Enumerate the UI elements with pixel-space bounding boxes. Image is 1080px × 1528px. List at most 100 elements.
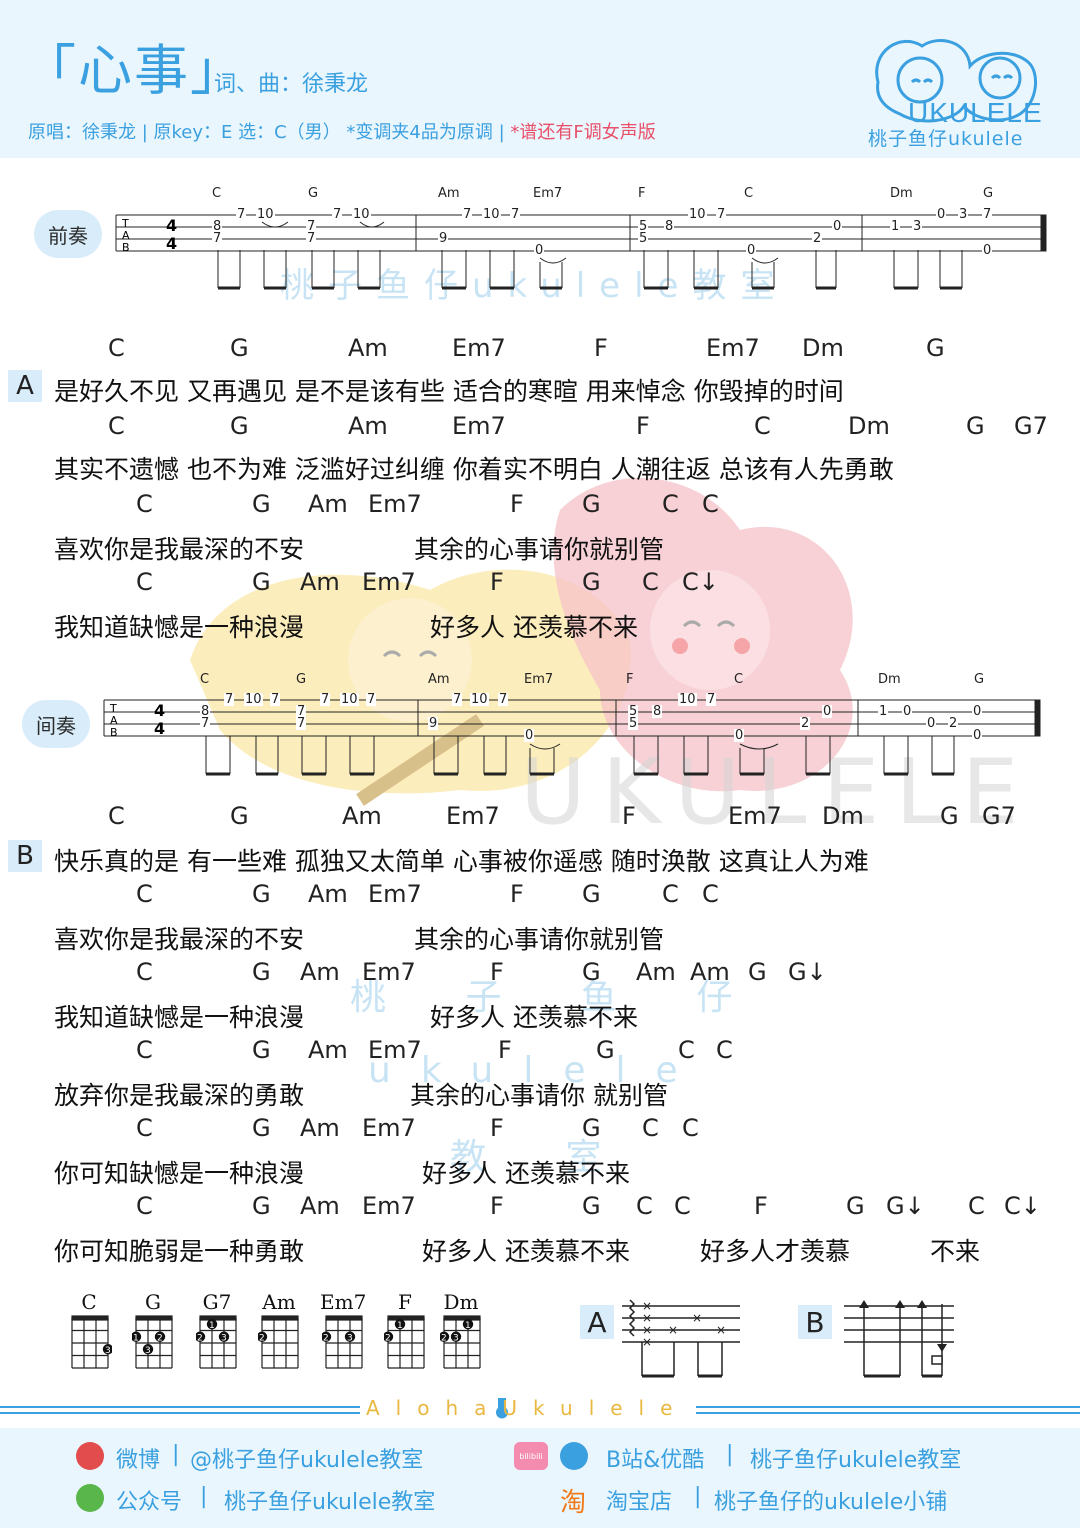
chord-symbol: G xyxy=(230,412,249,440)
chord-symbol: Dm xyxy=(848,412,890,440)
interlude-chord: G xyxy=(296,672,307,687)
chord-symbol: F xyxy=(636,412,650,440)
chord-symbol: Em7 xyxy=(362,1114,416,1142)
chord-symbol: Dm xyxy=(802,334,844,362)
chord-symbol: G xyxy=(940,802,959,830)
chord-symbol: C xyxy=(108,334,125,362)
strum-b-pattern xyxy=(844,1300,954,1378)
chord-symbol: G7 xyxy=(982,802,1016,830)
svg-text:3: 3 xyxy=(347,1333,353,1343)
strum-a-pattern: ×××× ××× xyxy=(622,1299,740,1378)
interlude-chord: F xyxy=(626,672,634,687)
intro-fret-number: 1 xyxy=(890,219,901,234)
chord-symbol: G xyxy=(966,412,985,440)
header-bar: 「心事」 词、曲：徐秉龙 原唱：徐秉龙 | 原key：E 选：C（男） *变调夹… xyxy=(0,0,1080,158)
interlude-fret-number: 0 xyxy=(734,728,745,743)
chord-symbol: C xyxy=(662,490,679,518)
lyric-line: 其余的心事请你就别管 xyxy=(414,925,665,954)
intro-fret-number: 3 xyxy=(958,207,969,222)
chord-symbol: F xyxy=(594,334,608,362)
chord-diagram-name: C xyxy=(81,1290,97,1314)
footer-panel: 微博 | @桃子鱼仔ukulele教室 公众号 | 桃子鱼仔ukulele教室 … xyxy=(0,1428,1080,1528)
chord-symbol: G xyxy=(252,1114,271,1142)
svg-text:1: 1 xyxy=(133,1333,139,1343)
weibo-link[interactable]: @桃子鱼仔ukulele教室 xyxy=(190,1442,423,1474)
svg-text:3: 3 xyxy=(145,1346,151,1356)
intro-fret-number: 7 xyxy=(510,207,521,222)
taobao-label: 淘宝店 xyxy=(606,1490,673,1515)
intro-chord: G xyxy=(308,186,319,201)
chord-symbol: C xyxy=(642,568,659,596)
chord-symbol: Em7 xyxy=(368,490,422,518)
lyric-line: 我知道缺憾是一种浪漫 xyxy=(54,613,305,642)
interlude-fret-number: 10 xyxy=(470,692,489,707)
chord-symbol: Em7 xyxy=(362,568,416,596)
chord-symbol: G↓ xyxy=(886,1192,925,1220)
weibo-icon xyxy=(76,1442,104,1470)
chord-symbol: F xyxy=(622,802,636,830)
lyric-line: 喜欢你是我最深的不安 xyxy=(54,535,305,564)
chord-symbol: C xyxy=(108,802,125,830)
youku-play-icon xyxy=(560,1442,588,1470)
chord-symbol: F xyxy=(490,568,504,596)
chord-symbol: Am xyxy=(690,958,730,986)
interlude-fret-number: 7 xyxy=(200,716,211,731)
chord-symbol: Em7 xyxy=(362,958,416,986)
chord-symbol: C xyxy=(662,880,679,908)
lyric-line: 喜欢你是我最深的不安 xyxy=(54,925,305,954)
chord-symbol: C xyxy=(136,568,153,596)
song-info: 原唱：徐秉龙 | 原key：E 选：C（男） *变调夹4品为原调 | *谱还有F… xyxy=(28,118,656,144)
song-title: 「心事」 xyxy=(22,39,246,102)
taobao-link[interactable]: 桃子鱼仔的ukulele小铺 xyxy=(714,1484,947,1516)
lyric-line: 其余的心事请你就别管 xyxy=(414,535,665,564)
song-info-note: *谱还有F调女声版 xyxy=(504,122,656,143)
chord-symbol: F xyxy=(490,958,504,986)
chord-symbol: Am xyxy=(308,1036,348,1064)
chord-diagram-name: F xyxy=(398,1290,412,1314)
chord-symbol: C xyxy=(136,1036,153,1064)
svg-text:1: 1 xyxy=(397,1321,403,1331)
intro-chord: C xyxy=(744,186,754,201)
video-separator: | xyxy=(726,1442,734,1467)
weibo-separator: | xyxy=(172,1442,180,1467)
intro-fret-number: 10 xyxy=(688,207,707,222)
intro-chord: Am xyxy=(438,186,460,201)
chord-symbol: G xyxy=(582,1192,601,1220)
lyric-line: 放弃你是我最深的勇敢 xyxy=(54,1081,305,1110)
chord-symbol: Em7 xyxy=(452,412,506,440)
lyric-line: 好多人 还羡慕不来 xyxy=(422,1159,630,1188)
svg-text:4: 4 xyxy=(166,234,177,253)
svg-text:2: 2 xyxy=(441,1333,447,1343)
chord-symbol: G xyxy=(252,568,271,596)
chord-diagram-f: 12 xyxy=(384,1315,425,1369)
chord-symbol: Am xyxy=(636,958,676,986)
chord-symbol: C xyxy=(678,1036,695,1064)
interlude-chord: Am xyxy=(428,672,450,687)
svg-text:3: 3 xyxy=(105,1346,111,1356)
chord-symbol: G7 xyxy=(1014,412,1048,440)
interlude-chord: Em7 xyxy=(524,672,554,687)
chord-symbol: G xyxy=(582,880,601,908)
weibo-label: 微博 xyxy=(116,1448,161,1473)
wechat-icon xyxy=(76,1484,104,1512)
chord-symbol: G xyxy=(596,1036,615,1064)
lyric-line: 其实不遗憾 也不为难 泛滥好过纠缠 你着实不明白 人潮往返 总该有人先勇敢 xyxy=(54,455,894,484)
chord-diagram-g7: 12 3 xyxy=(196,1315,237,1369)
intro-fret-number: 10 xyxy=(352,207,371,222)
chord-diagram-name: G7 xyxy=(202,1290,232,1314)
chord-symbol: G xyxy=(582,490,601,518)
interlude-fret-number: 7 xyxy=(270,692,281,707)
chord-symbol: F xyxy=(490,1114,504,1142)
chord-symbol: Am xyxy=(300,1114,340,1142)
lyric-line: 你可知缺憾是一种浪漫 xyxy=(54,1159,305,1188)
intro-fret-number: 5 xyxy=(638,231,649,246)
song-credits: 词、曲：徐秉龙 xyxy=(214,72,369,97)
interlude-fret-number: 5 xyxy=(628,716,639,731)
lyric-line: 好多人 还羡慕不来 xyxy=(422,1237,630,1266)
video-link[interactable]: 桃子鱼仔ukulele教室 xyxy=(750,1442,961,1474)
svg-text:B: B xyxy=(110,726,118,739)
wechat-link[interactable]: 桃子鱼仔ukulele教室 xyxy=(224,1484,435,1516)
interlude-fret-number: 2 xyxy=(948,716,959,731)
intro-chord: C xyxy=(212,186,222,201)
chord-symbol: F xyxy=(498,1036,512,1064)
